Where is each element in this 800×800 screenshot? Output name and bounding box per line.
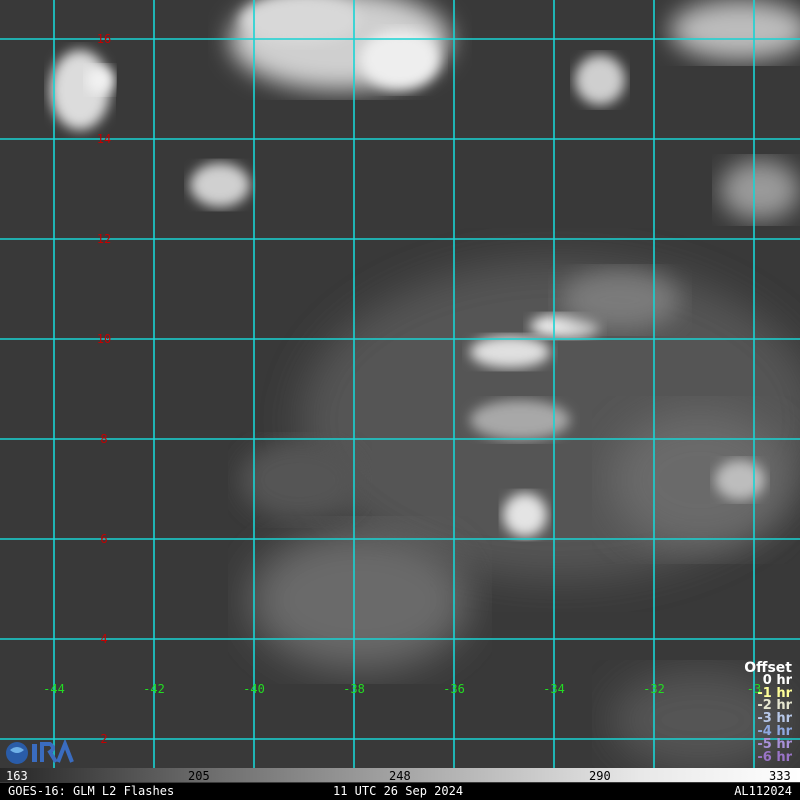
colorbar-tick-205: 205 — [188, 769, 210, 783]
lat-label-6: 6 — [100, 532, 107, 546]
satellite-map-view: 16 14 12 10 8 6 4 2 -44 -42 -40 -38 -36 … — [0, 0, 800, 800]
lon-label-minus-32: -32 — [643, 682, 665, 696]
satellite-imagery: 16 14 12 10 8 6 4 2 -44 -42 -40 -38 -36 … — [0, 0, 800, 768]
timestamp: 11 UTC 26 Sep 2024 — [333, 784, 464, 798]
lat-label-8: 8 — [100, 432, 107, 446]
lon-label-minus-44: -44 — [43, 682, 65, 696]
lon-label-minus-40: -40 — [243, 682, 265, 696]
lat-label-2: 2 — [100, 732, 107, 746]
footer-bar: GOES-16: GLM L2 Flashes 11 UTC 26 Sep 20… — [0, 783, 800, 800]
legend-item-6hr: -6 hr — [757, 749, 792, 765]
lat-label-4: 4 — [100, 632, 107, 646]
lat-label-16: 16 — [97, 32, 111, 46]
colorbar-tick-333: 333 — [769, 769, 791, 783]
lat-label-12: 12 — [97, 232, 111, 246]
cira-logo-icon — [6, 740, 74, 764]
offset-legend: Offset 0 hr -1 hr -2 hr -3 hr -4 hr -5 h… — [744, 661, 792, 765]
colorbar-tick-290: 290 — [589, 769, 611, 783]
colorbar-tick-163: 163 — [6, 769, 28, 783]
lon-label-minus-38: -38 — [343, 682, 365, 696]
storm-id: AL112024 — [734, 784, 792, 798]
product-name: GOES-16: GLM L2 Flashes — [8, 784, 175, 798]
colorbar-tick-248: 248 — [389, 769, 411, 783]
lat-label-14: 14 — [97, 132, 111, 146]
lat-label-10: 10 — [97, 332, 111, 346]
lon-label-minus-34: -34 — [543, 682, 565, 696]
lon-label-minus-36: -36 — [443, 682, 465, 696]
lon-label-minus-42: -42 — [143, 682, 165, 696]
